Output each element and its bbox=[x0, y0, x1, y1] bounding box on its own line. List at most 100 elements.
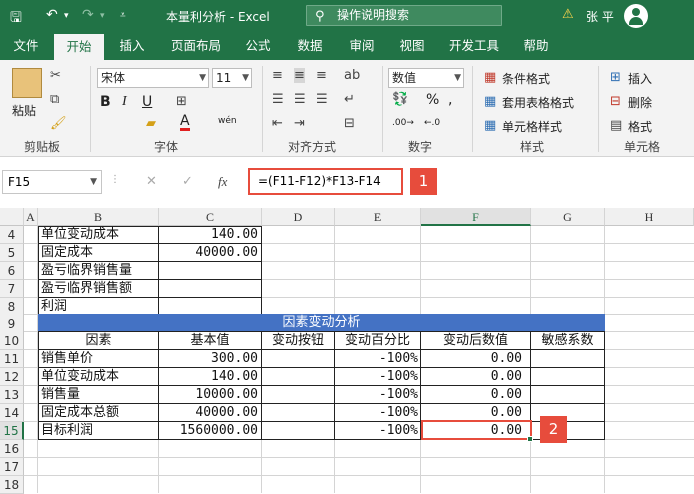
cell-b11[interactable]: 销售单价 bbox=[41, 350, 157, 368]
row-header-10[interactable]: 10 bbox=[0, 332, 24, 350]
tab-formulas[interactable]: 公式 bbox=[236, 32, 280, 60]
phonetic-button[interactable]: wén bbox=[218, 116, 237, 126]
increase-decimal-button[interactable]: .00→ bbox=[392, 118, 414, 128]
percent-style-button[interactable]: % bbox=[426, 92, 439, 108]
tab-developer[interactable]: 开发工具 bbox=[442, 32, 506, 60]
paste-icon[interactable] bbox=[12, 68, 42, 98]
number-format-select[interactable]: 数值 ▼ bbox=[388, 68, 464, 88]
cell-c11[interactable]: 300.00 bbox=[160, 350, 258, 368]
user-name[interactable]: 张 平 bbox=[586, 8, 614, 25]
wrap-text-icon[interactable]: ↵ bbox=[344, 92, 355, 107]
copy-icon[interactable]: ⧉ bbox=[50, 92, 59, 107]
cell-b7[interactable]: 盈亏临界销售额 bbox=[41, 280, 157, 298]
align-right-icon[interactable]: ☰ bbox=[316, 92, 328, 107]
column-header-b[interactable]: B bbox=[38, 208, 159, 226]
cell-styles-button[interactable]: 单元格样式 bbox=[502, 118, 562, 135]
row-header-16[interactable]: 16 bbox=[0, 440, 24, 458]
row-header-11[interactable]: 11 bbox=[0, 350, 24, 368]
font-size-select[interactable]: 11 ▼ bbox=[212, 68, 252, 88]
column-header-f[interactable]: F bbox=[421, 208, 531, 226]
header-change-percent[interactable]: 变动百分比 bbox=[335, 332, 420, 350]
cell-f12[interactable]: 0.00 bbox=[422, 368, 522, 386]
fill-handle[interactable] bbox=[527, 436, 533, 442]
orientation-icon[interactable]: ab bbox=[344, 68, 360, 83]
cell-e15[interactable]: -100% bbox=[336, 422, 418, 440]
row-header-6[interactable]: 6 bbox=[0, 262, 24, 280]
column-header-e[interactable]: E bbox=[335, 208, 421, 226]
cell-b14[interactable]: 固定成本总额 bbox=[41, 404, 157, 422]
cell-c13[interactable]: 10000.00 bbox=[160, 386, 258, 404]
cell-e12[interactable]: -100% bbox=[336, 368, 418, 386]
section-title[interactable]: 因素变动分析 bbox=[38, 314, 605, 331]
cell-e11[interactable]: -100% bbox=[336, 350, 418, 368]
cell-f13[interactable]: 0.00 bbox=[422, 386, 522, 404]
cell-b5[interactable]: 固定成本 bbox=[41, 244, 157, 262]
font-name-select[interactable]: 宋体 ▼ bbox=[97, 68, 209, 88]
redo-icon[interactable]: ↷ bbox=[82, 7, 94, 23]
row-header-7[interactable]: 7 bbox=[0, 280, 24, 298]
cell-c14[interactable]: 40000.00 bbox=[160, 404, 258, 422]
warning-icon[interactable]: ⚠ bbox=[562, 7, 574, 22]
delete-cells-button[interactable]: 删除 bbox=[628, 94, 652, 111]
cell-c4[interactable]: 140.00 bbox=[160, 226, 258, 244]
undo-dropdown-icon[interactable]: ▾ bbox=[64, 11, 69, 21]
tab-review[interactable]: 审阅 bbox=[340, 32, 384, 60]
column-header-g[interactable]: G bbox=[531, 208, 605, 226]
tab-page-layout[interactable]: 页面布局 bbox=[164, 32, 228, 60]
cell-b15[interactable]: 目标利润 bbox=[41, 422, 157, 440]
save-icon[interactable]: 🖫 bbox=[10, 7, 22, 31]
align-center-icon[interactable]: ☰ bbox=[294, 92, 306, 107]
align-bottom-icon[interactable]: ≡ bbox=[316, 68, 327, 83]
border-icon[interactable]: ⊞ bbox=[176, 94, 187, 109]
header-factor[interactable]: 因素 bbox=[39, 332, 158, 350]
redo-dropdown-icon[interactable]: ▾ bbox=[100, 11, 105, 21]
name-box[interactable]: F15 ▼ bbox=[2, 170, 102, 194]
tab-file[interactable]: 文件 bbox=[4, 32, 48, 60]
tab-data[interactable]: 数据 bbox=[288, 32, 332, 60]
fill-color-icon[interactable]: ▰ bbox=[146, 116, 156, 131]
cell-e14[interactable]: -100% bbox=[336, 404, 418, 422]
header-change-button[interactable]: 变动按钮 bbox=[262, 332, 334, 350]
column-header-a[interactable]: A bbox=[24, 208, 38, 226]
increase-indent-icon[interactable]: ⇥ bbox=[294, 116, 305, 131]
row-header-15[interactable]: 15 bbox=[0, 422, 24, 440]
cell-b12[interactable]: 单位变动成本 bbox=[41, 368, 157, 386]
underline-button[interactable]: U bbox=[142, 94, 152, 110]
search-input[interactable]: ⚲ 操作说明搜索 bbox=[306, 5, 502, 26]
format-cells-button[interactable]: 格式 bbox=[628, 118, 652, 135]
avatar[interactable] bbox=[624, 4, 648, 28]
formula-input[interactable]: =(F11-F12)*F13-F14 bbox=[248, 168, 403, 195]
format-as-table-button[interactable]: 套用表格格式 bbox=[502, 94, 574, 111]
format-painter-icon[interactable]: 🖌 bbox=[50, 116, 67, 131]
row-header-4[interactable]: 4 bbox=[0, 226, 24, 244]
cell-c12[interactable]: 140.00 bbox=[160, 368, 258, 386]
comma-style-button[interactable]: , bbox=[448, 92, 452, 108]
row-header-13[interactable]: 13 bbox=[0, 386, 24, 404]
merge-center-icon[interactable]: ⊟ bbox=[344, 116, 355, 131]
enter-icon[interactable]: ✓ bbox=[182, 174, 193, 189]
bold-button[interactable]: B bbox=[100, 94, 111, 110]
undo-icon[interactable]: ↶ bbox=[46, 7, 58, 23]
cell-c15[interactable]: 1560000.00 bbox=[160, 422, 258, 440]
column-header-d[interactable]: D bbox=[262, 208, 335, 226]
align-middle-icon[interactable]: ≡ bbox=[294, 68, 305, 83]
cell-b6[interactable]: 盈亏临界销售量 bbox=[41, 262, 157, 280]
decrease-decimal-button[interactable]: ←.0 bbox=[424, 118, 440, 128]
cut-icon[interactable]: ✂ bbox=[50, 68, 61, 83]
header-sensitivity[interactable]: 敏感系数 bbox=[531, 332, 604, 350]
tab-insert[interactable]: 插入 bbox=[110, 32, 154, 60]
drag-handle-icon[interactable]: ⋮ bbox=[110, 174, 120, 185]
font-color-button[interactable]: A bbox=[180, 114, 190, 131]
customize-toolbar-icon[interactable]: ⩡ bbox=[120, 10, 126, 21]
conditional-format-button[interactable]: 条件格式 bbox=[502, 70, 550, 87]
cell-b8[interactable]: 利润 bbox=[41, 298, 157, 316]
row-header-14[interactable]: 14 bbox=[0, 404, 24, 422]
insert-function-icon[interactable]: fx bbox=[218, 174, 227, 190]
decrease-indent-icon[interactable]: ⇤ bbox=[272, 116, 283, 131]
cell-b4[interactable]: 单位变动成本 bbox=[41, 226, 157, 244]
cell-b13[interactable]: 销售量 bbox=[41, 386, 157, 404]
cell-c5[interactable]: 40000.00 bbox=[160, 244, 258, 262]
select-all-corner[interactable] bbox=[0, 208, 24, 226]
accounting-format-icon[interactable]: 💱 bbox=[392, 92, 408, 107]
align-top-icon[interactable]: ≡ bbox=[272, 68, 283, 83]
